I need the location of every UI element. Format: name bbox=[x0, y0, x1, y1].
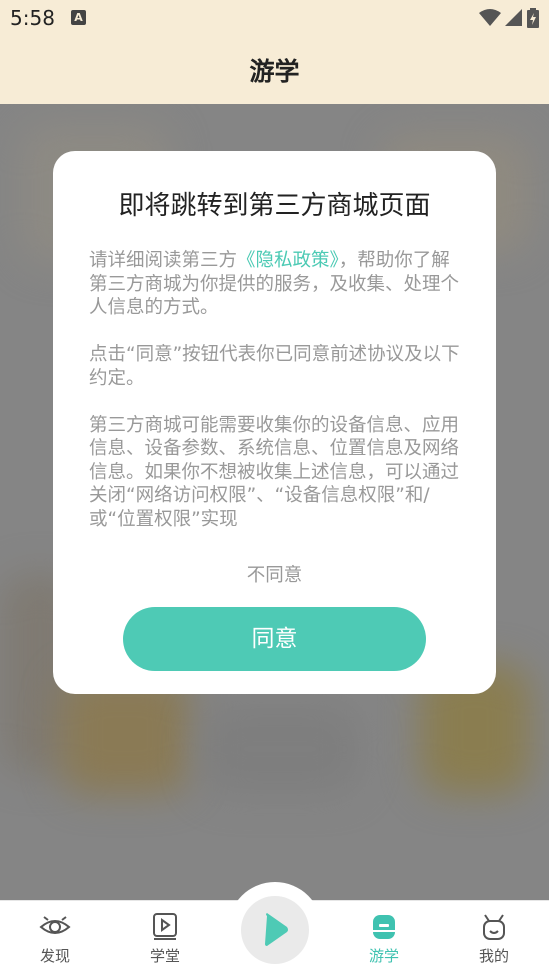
signal-icon bbox=[505, 9, 522, 26]
dialog-paragraph-3: 第三方商城可能需要收集你的设备信息、应用信息、设备参数、系统信息、位置信息及网络… bbox=[89, 414, 460, 530]
page-title: 游学 bbox=[249, 57, 300, 86]
center-play-button[interactable] bbox=[241, 896, 309, 964]
status-time: 5:58 bbox=[10, 6, 55, 30]
nav-item-study-tour[interactable]: 游学 bbox=[349, 911, 419, 966]
status-icons bbox=[479, 8, 539, 28]
wifi-icon bbox=[479, 9, 501, 26]
nav-label: 发现 bbox=[39, 947, 70, 965]
play-icon bbox=[265, 913, 288, 946]
notification-icon: A bbox=[71, 10, 86, 25]
nav-label: 游学 bbox=[368, 947, 399, 965]
privacy-policy-link[interactable]: 《隐私政策》 bbox=[237, 250, 339, 271]
third-party-dialog: 即将跳转到第三方商城页面 请详细阅读第三方《隐私政策》，帮助你了解第三方商城为你… bbox=[53, 151, 496, 694]
nav-item-mine[interactable]: 我的 bbox=[459, 911, 529, 966]
nav-label: 我的 bbox=[478, 947, 509, 965]
agree-button[interactable]: 同意 bbox=[123, 607, 426, 671]
dialog-paragraph-2: 点击“同意”按钮代表你已同意前述协议及以下约定。 bbox=[89, 344, 460, 389]
nav-item-classroom[interactable]: 学堂 bbox=[130, 911, 200, 966]
status-bar: 5:58 A bbox=[0, 0, 549, 36]
nav-label: 学堂 bbox=[149, 947, 180, 965]
disagree-button[interactable]: 不同意 bbox=[53, 561, 496, 587]
robot-icon bbox=[483, 914, 505, 940]
nav-item-discover[interactable]: 发现 bbox=[20, 911, 90, 966]
video-book-icon bbox=[153, 913, 177, 940]
dialog-paragraph-1: 请详细阅读第三方《隐私政策》，帮助你了解第三方商城为你提供的服务，及收集、处理个… bbox=[89, 249, 463, 320]
backpack-icon bbox=[373, 915, 395, 939]
dialog-title: 即将跳转到第三方商城页面 bbox=[118, 191, 431, 221]
battery-icon bbox=[527, 8, 539, 28]
header: 游学 bbox=[0, 36, 549, 104]
eye-icon bbox=[39, 916, 71, 934]
paragraph-text: 请详细阅读第三方 bbox=[89, 250, 238, 271]
dialog-body: 请详细阅读第三方《隐私政策》，帮助你了解第三方商城为你提供的服务，及收集、处理个… bbox=[89, 249, 463, 555]
